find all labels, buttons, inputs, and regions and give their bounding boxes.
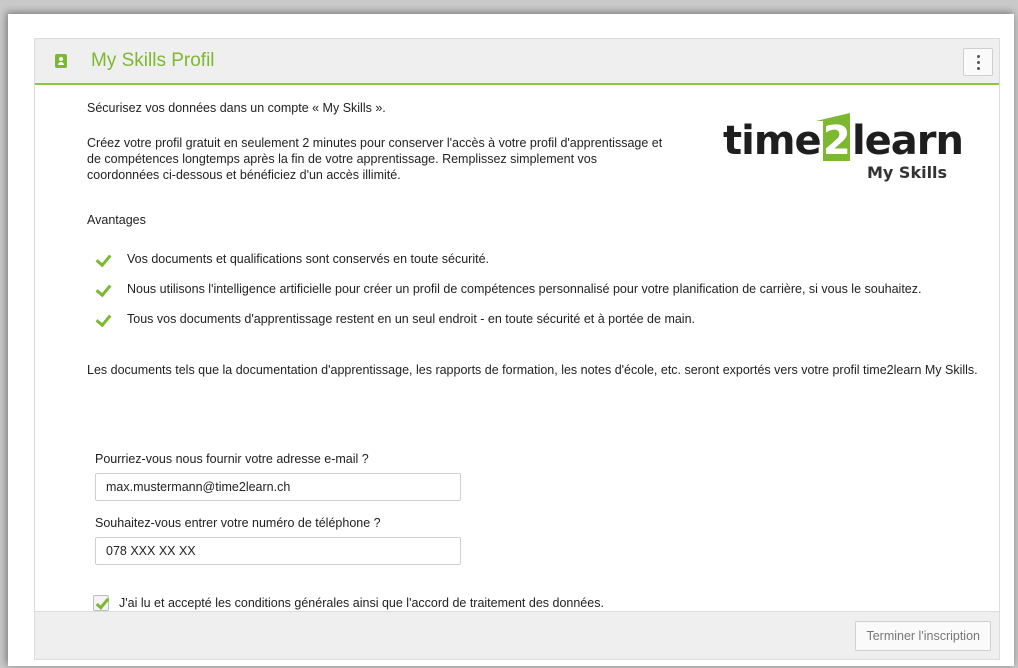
intro-paragraph: Créez votre profil gratuit en seulement … bbox=[87, 136, 663, 182]
advantages-title: Avantages bbox=[87, 213, 146, 227]
advantage-text: Vos documents et qualifications sont con… bbox=[127, 252, 490, 266]
panel-title: My Skills Profil bbox=[91, 50, 215, 71]
finish-registration-button[interactable]: Terminer l'inscription bbox=[855, 621, 991, 651]
logo-word-box: 2 bbox=[815, 113, 851, 164]
panel-header: My Skills Profil bbox=[35, 39, 999, 85]
intro-heading: Sécurisez vos données dans un compte « M… bbox=[87, 101, 386, 115]
email-label: Pourriez-vous nous fournir votre adresse… bbox=[95, 452, 369, 466]
documents-export-note: Les documents tels que la documentation … bbox=[87, 363, 978, 377]
advantage-text: Nous utilisons l'intelligence artificiel… bbox=[127, 282, 922, 296]
checkmark-icon bbox=[95, 310, 112, 328]
logo-subtitle: My Skills bbox=[867, 163, 948, 182]
skills-profile-panel: My Skills Profil Sécurisez vos données d… bbox=[34, 38, 1000, 660]
email-field[interactable] bbox=[95, 473, 461, 501]
menu-dot-icon bbox=[976, 60, 980, 64]
terms-checkbox[interactable] bbox=[93, 595, 109, 611]
page-sheet: My Skills Profil Sécurisez vos données d… bbox=[8, 14, 1014, 666]
contact-book-icon bbox=[55, 54, 67, 68]
terms-label: J'ai lu et accepté les conditions généra… bbox=[119, 596, 604, 610]
phone-field[interactable] bbox=[95, 537, 461, 565]
terms-row: J'ai lu et accepté les conditions généra… bbox=[93, 595, 604, 611]
logo-word-left: time bbox=[723, 118, 822, 164]
menu-dot-icon bbox=[976, 54, 980, 58]
more-options-button[interactable] bbox=[963, 48, 993, 76]
phone-label: Souhaitez-vous entrer votre numéro de té… bbox=[95, 516, 381, 530]
advantage-text: Tous vos documents d'apprentissage reste… bbox=[127, 312, 696, 326]
time2learn-logo: time 2 learn My Skills bbox=[723, 113, 964, 191]
checkmark-icon bbox=[95, 280, 112, 298]
checkmark-icon bbox=[95, 250, 112, 268]
logo-word-right: learn bbox=[851, 118, 964, 164]
panel-footer: Terminer l'inscription bbox=[35, 611, 999, 659]
menu-dot-icon bbox=[976, 66, 980, 70]
logo-wordmark: time 2 learn bbox=[723, 113, 964, 164]
